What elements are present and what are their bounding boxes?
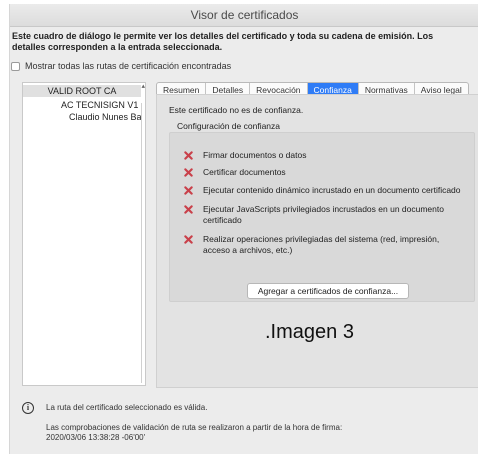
tree-node-intermediate[interactable]: AC TECNISIGN V1	[61, 99, 138, 111]
red-x-icon	[184, 151, 193, 160]
red-x-icon	[184, 235, 193, 244]
red-x-icon	[184, 205, 193, 214]
scroll-up-arrow-icon[interactable]: ▴	[141, 83, 145, 91]
trust-config-box: Firmar documentos o datos Certificar doc…	[169, 132, 475, 302]
image-caption: .Imagen 3	[265, 321, 354, 343]
trust-config-label: Configuración de confianza	[177, 121, 281, 131]
tree-node-root[interactable]: VALID ROOT CA	[23, 85, 141, 97]
path-valid-text: La ruta del certificado seleccionado es …	[46, 403, 208, 412]
info-icon: i	[22, 402, 34, 414]
certificate-viewer-window: Visor de certificados Este cuadro de diá…	[9, 4, 478, 454]
intro-text: Este cuadro de diálogo le permite ver lo…	[12, 31, 434, 52]
show-all-paths-checkbox[interactable]: Mostrar todas las rutas de certificación…	[11, 61, 231, 71]
red-x-icon	[184, 186, 193, 195]
trust-item-label: Firmar documentos o datos	[203, 150, 307, 160]
red-x-icon	[184, 168, 193, 177]
show-all-paths-label: Mostrar todas las rutas de certificación…	[25, 61, 232, 71]
trust-item: Realizar operaciones privilegiadas del s…	[184, 234, 463, 256]
trust-item-label: Certificar documentos	[203, 167, 286, 177]
checkbox-box[interactable]	[11, 61, 20, 71]
trust-item: Firmar documentos o datos	[184, 150, 463, 161]
not-trusted-text: Este certificado no es de confianza.	[169, 105, 304, 115]
trust-item: Ejecutar contenido dinámico incrustado e…	[184, 185, 463, 196]
validation-time-text: Las comprobaciones de validación de ruta…	[46, 423, 343, 442]
certificate-path-tree[interactable]: VALID ROOT CA AC TECNISIGN V1 Claudio Nu…	[22, 82, 146, 386]
trust-item: Certificar documentos	[184, 167, 463, 178]
add-to-trusted-button[interactable]: Agregar a certificados de confianza...	[247, 283, 409, 299]
trust-item: Ejecutar JavaScripts privilegiados incru…	[184, 204, 463, 226]
trust-item-label: Realizar operaciones privilegiadas del s…	[203, 234, 440, 255]
window-title: Visor de certificados	[10, 4, 478, 27]
trust-item-label: Ejecutar JavaScripts privilegiados incru…	[203, 204, 444, 225]
tree-node-leaf[interactable]: Claudio Nunes Ba	[69, 111, 142, 123]
trust-item-label: Ejecutar contenido dinámico incrustado e…	[203, 185, 461, 195]
tree-scrollbar[interactable]	[141, 103, 145, 383]
trust-panel: Este certificado no es de confianza. Con…	[156, 94, 478, 388]
